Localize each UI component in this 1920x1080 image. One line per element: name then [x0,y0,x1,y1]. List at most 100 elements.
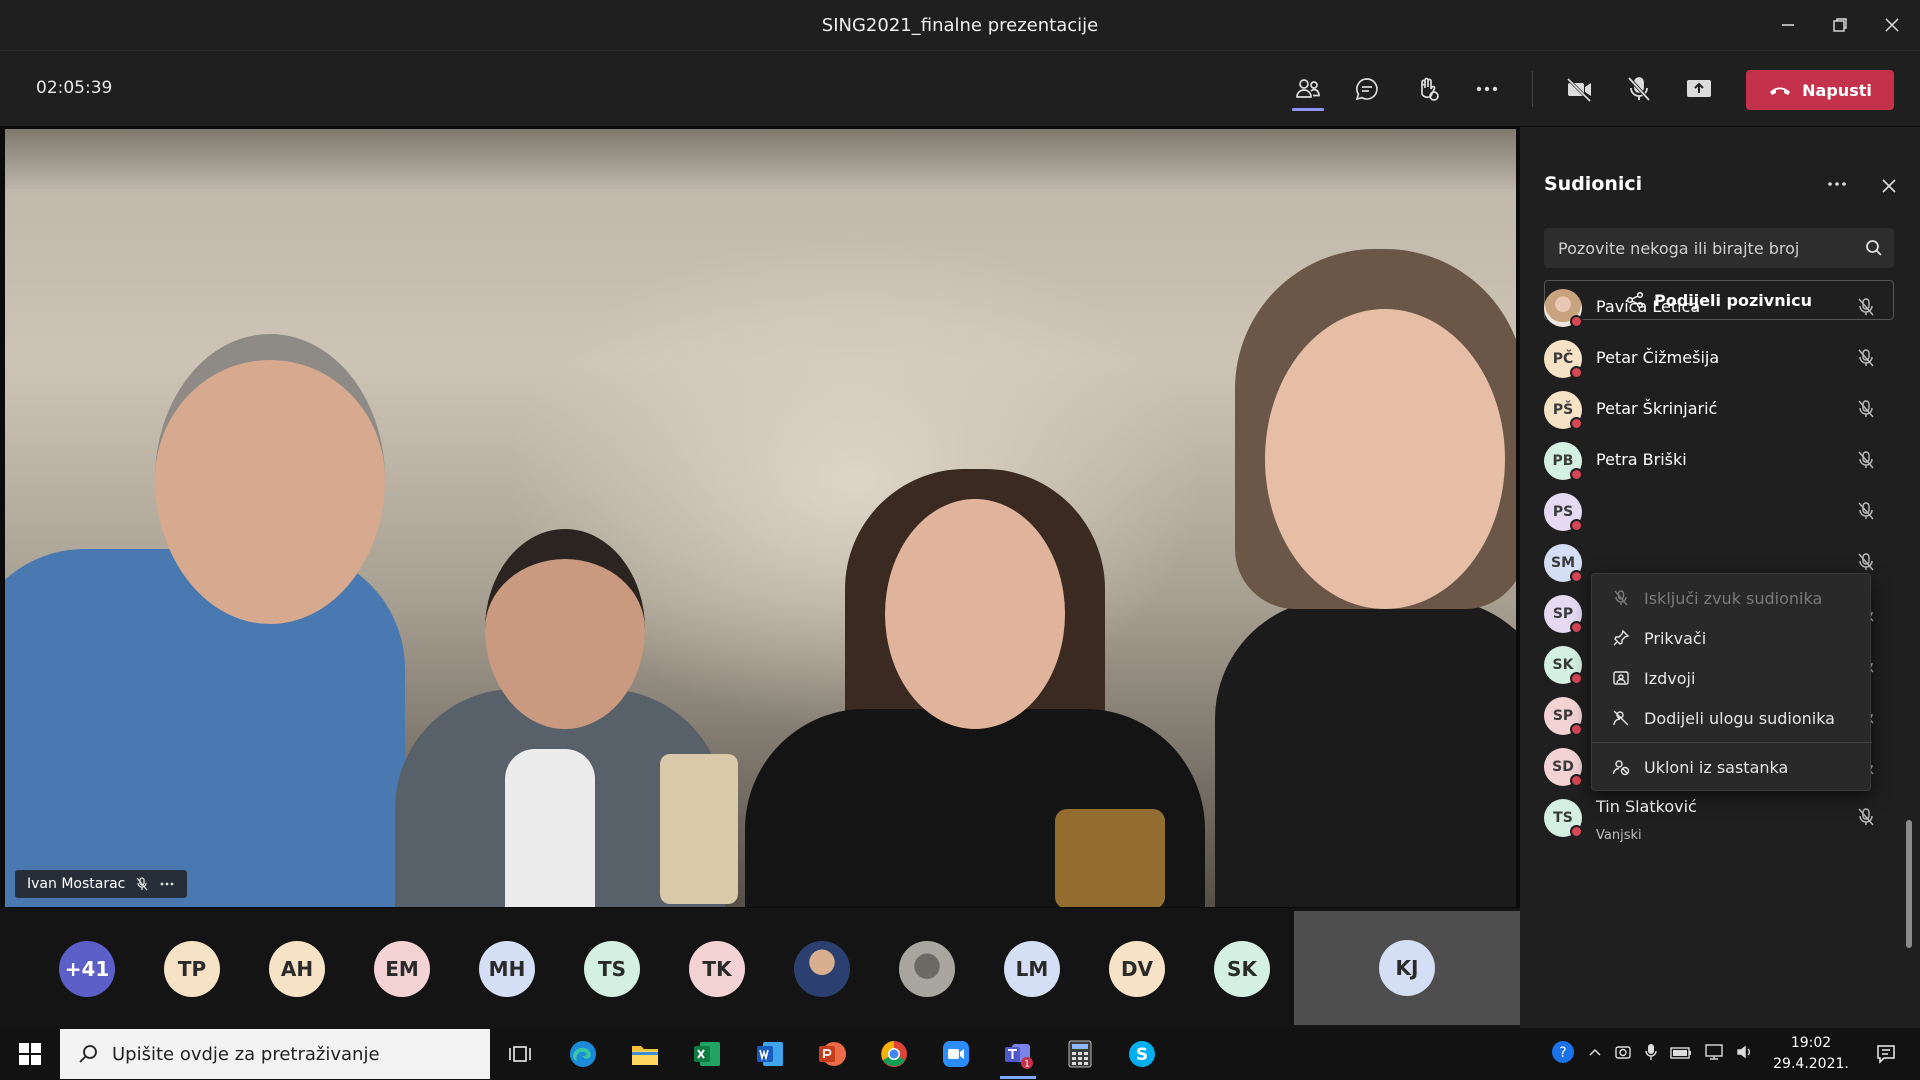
teams-badge: 1 [1024,1060,1030,1070]
panel-more-button[interactable] [1820,169,1854,199]
strip-avatar[interactable]: LM [1004,941,1060,997]
avatar-initials: SM [1550,555,1575,571]
menu-item-pin[interactable]: Prikvači [1592,618,1872,658]
powerpoint-app[interactable] [808,1034,856,1074]
file-explorer-app[interactable] [621,1034,669,1074]
video-person-1 [5,129,425,907]
strip-avatar[interactable]: MH [479,941,535,997]
search-icon[interactable] [1854,239,1894,257]
notifications-button[interactable] [1866,1036,1906,1072]
participant-row[interactable]: PS [1520,483,1920,539]
avatar-initials: PS [1552,504,1574,520]
skype-app[interactable]: S [1118,1034,1166,1074]
avatar-initials: SK [1552,657,1574,673]
menu-item-spotlight[interactable]: Izdvoji [1592,658,1872,698]
participant-name: Tin Slatković [1596,797,1697,816]
chat-icon [1355,78,1378,101]
reactions-button[interactable] [1403,65,1451,113]
close-icon [1882,179,1896,193]
participant-row[interactable]: PB Petra Briški [1520,432,1920,488]
strip-avatar[interactable]: SK [1214,941,1270,997]
participant-row[interactable]: PŠ Petar Škrinjarić [1520,381,1920,437]
chat-button[interactable] [1343,65,1391,113]
menu-item-remove[interactable]: Ukloni iz sastanka [1592,747,1872,787]
minimize-icon [1782,24,1794,26]
meeting-toolbar: 02:05:39 Napusti [0,50,1920,126]
chevron-up-icon[interactable] [1588,1045,1602,1064]
mic-off-icon [1854,295,1878,319]
mic-toggle-button[interactable] [1615,65,1663,113]
more-icon [1476,86,1498,92]
calculator-app[interactable] [1056,1034,1104,1074]
participant-row[interactable]: TS Tin Slatković Vanjski [1520,789,1920,845]
participant-row[interactable]: Pavica Letica [1520,279,1920,335]
window-title: SING2021_finalne prezentacije [821,14,1099,36]
minimize-button[interactable] [1762,0,1814,50]
strip-avatar[interactable]: AH [269,941,325,997]
participants-button[interactable] [1284,65,1332,113]
strip-avatar[interactable]: TK [689,941,745,997]
teams-app[interactable]: 1 [994,1034,1042,1079]
svg-text:?: ? [1559,1045,1566,1061]
share-screen-button[interactable] [1675,65,1723,113]
camera-tray-icon[interactable] [1614,1043,1632,1065]
network-icon[interactable] [1704,1043,1724,1065]
edge-app[interactable] [559,1034,607,1074]
chrome-app[interactable] [870,1034,918,1074]
main-video-feed[interactable]: Ivan Mostarac [5,129,1516,907]
more-participants-avatar[interactable]: +41 [59,941,115,997]
windows-logo-icon [19,1043,41,1065]
help-icon[interactable]: ? [1550,1039,1576,1069]
strip-avatar[interactable]: TP [164,941,220,997]
excel-app[interactable] [683,1034,731,1074]
strip-avatar[interactable]: DV [1109,941,1165,997]
restore-button[interactable] [1814,0,1866,50]
participant-row[interactable]: PČ Petar Čižmešija [1520,330,1920,386]
participant-strip: +41 TP AH EM MH TS TK LM DV SK KJ [0,908,1520,1028]
task-view-icon [509,1046,531,1062]
toolbar-separator [1532,71,1533,107]
close-window-button[interactable] [1866,0,1918,50]
more-actions-button[interactable] [1463,65,1511,113]
strip-avatar[interactable]: TS [584,941,640,997]
strip-photo-avatar[interactable] [794,941,850,997]
strip-avatar[interactable]: EM [374,941,430,997]
avatar-initials: MH [488,957,526,981]
taskbar-search[interactable]: Upišite ovdje za pretraživanje [60,1029,490,1079]
microphone-tray-icon[interactable] [1644,1043,1658,1065]
task-view-button[interactable] [496,1034,544,1074]
taskbar-clock[interactable]: 19:02 29.4.2021. [1768,1033,1854,1075]
restore-icon [1833,18,1847,32]
video-tile-kj[interactable]: KJ [1294,911,1520,1025]
panel-scrollbar[interactable] [1906,820,1912,948]
chrome-icon [881,1041,907,1067]
avatar-initials: PČ [1552,351,1574,367]
raise-hand-icon [1421,77,1439,101]
participant-name: Pavica Letica [1596,297,1701,316]
mic-off-icon [136,877,148,891]
word-app[interactable] [746,1034,794,1074]
menu-item-mute[interactable]: Isključi zvuk sudionika [1592,578,1872,618]
panel-close-button[interactable] [1872,169,1906,203]
busy-status-dot [1570,570,1583,583]
avatar-initials: KJ [1395,956,1419,980]
avatar-initials: TS [1553,810,1573,826]
strip-photo-avatar[interactable] [899,941,955,997]
zoom-app[interactable] [932,1034,980,1074]
battery-icon[interactable] [1670,1045,1692,1064]
camera-toggle-button[interactable] [1555,65,1603,113]
start-button[interactable] [0,1028,60,1080]
avatar-initials: AH [280,957,314,981]
video-person-3 [725,129,1245,907]
calculator-icon [1068,1040,1092,1068]
leave-button[interactable]: Napusti [1746,70,1894,110]
windows-taskbar: Upišite ovdje za pretraživanje 1 S ? 19:… [0,1028,1920,1080]
window-titlebar: SING2021_finalne prezentacije [0,0,1920,50]
invite-search-input[interactable] [1544,238,1854,258]
system-tray: ? [1550,1028,1754,1080]
speaker-name: Ivan Mostarac [27,876,126,892]
volume-icon[interactable] [1736,1043,1754,1065]
menu-item-assign-role[interactable]: Dodijeli ulogu sudionika [1592,698,1872,738]
busy-status-dot [1570,621,1583,634]
taskbar-search-text: Upišite ovdje za pretraživanje [112,1043,380,1065]
